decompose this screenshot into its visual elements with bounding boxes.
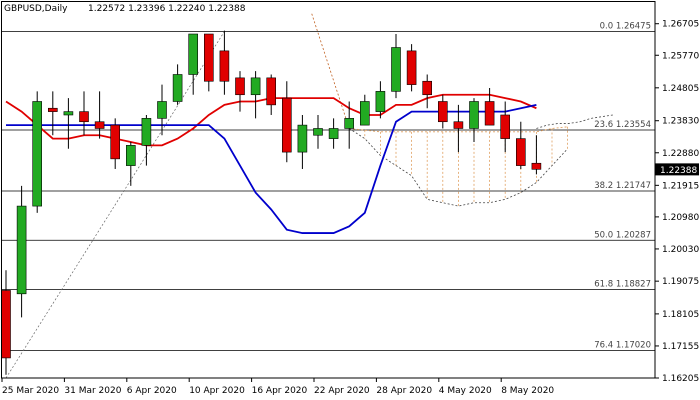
candle-bear xyxy=(47,107,58,112)
fib-levels: 0.0 1.26475 23.6 1.23554 38.2 1.21747 50.0 … xyxy=(2,13,655,379)
price-tick-label: 1.24805 xyxy=(662,84,699,94)
price-tick-label: 1.19075 xyxy=(662,277,699,287)
price-tick-label: 1.20030 xyxy=(662,245,699,255)
fib-label: 76.4 1.17020 xyxy=(594,341,651,351)
candle-bear xyxy=(204,33,214,82)
candle-bear xyxy=(79,111,89,123)
candle-bull xyxy=(16,205,27,295)
chart: GBPUSD,Daily 1.22572 1.23396 1.22240 1.2… xyxy=(1,1,699,396)
candle-bear xyxy=(266,77,277,106)
candle-bull xyxy=(172,74,183,102)
candle-bear xyxy=(422,80,433,96)
price-axis: 1.26705 1.25770 1.24805 1.23830 1.22880 1.219… xyxy=(1,1,699,384)
plot-frame xyxy=(1,1,656,379)
candle-bull xyxy=(157,101,167,119)
lagging-guide-line xyxy=(311,13,350,129)
price-tick-label: 1.17155 xyxy=(662,342,699,352)
candle-bear xyxy=(110,124,120,160)
fib-label: 38.2 1.21747 xyxy=(594,181,651,191)
candle-bear xyxy=(281,97,292,153)
candle-bull xyxy=(328,128,339,139)
candles xyxy=(1,30,542,375)
candle-bull xyxy=(469,101,479,129)
price-tick-label: 1.20980 xyxy=(662,213,699,223)
time-tick-label: 31 Mar 2020 xyxy=(64,386,121,396)
candle-bull xyxy=(391,47,401,92)
time-tick-label: 6 Apr 2020 xyxy=(127,386,177,396)
time-tick-label: 10 Apr 2020 xyxy=(189,386,245,396)
price-tick-label: 1.21915 xyxy=(662,181,699,191)
candle-bear xyxy=(235,77,245,96)
candle-bull xyxy=(250,77,261,96)
candle-bear xyxy=(94,121,105,129)
candle-bear xyxy=(1,290,11,359)
candle-bear xyxy=(219,50,230,82)
candle-bear xyxy=(453,121,464,129)
fib-label: 23.6 1.23554 xyxy=(594,120,651,130)
fib-label: 0.0 1.26475 xyxy=(600,21,651,31)
time-tick-label: 16 Apr 2020 xyxy=(252,386,308,396)
candle-bear xyxy=(500,114,511,139)
time-tick-label: 28 Apr 2020 xyxy=(376,386,432,396)
candle-bull xyxy=(344,118,355,129)
candle-bull xyxy=(359,101,370,126)
ohlc-readout: 1.22572 1.23396 1.22240 1.22388 xyxy=(88,4,246,14)
candle-bull xyxy=(141,118,152,146)
candle-bull xyxy=(63,111,74,116)
price-tick-label: 1.25770 xyxy=(662,51,699,61)
candle-bear xyxy=(484,101,495,126)
last-price-label: 1.22388 xyxy=(660,166,697,176)
candle-bear xyxy=(406,50,417,85)
fib-label: 61.8 1.18827 xyxy=(594,280,651,290)
price-tick-label: 1.26705 xyxy=(662,20,699,30)
candle-bull xyxy=(32,101,43,207)
time-tick-label: 8 May 2020 xyxy=(501,386,554,396)
time-axis: 25 Mar 2020 31 Mar 2020 6 Apr 2020 10 Apr 2… xyxy=(1,378,554,396)
ichimoku-cloud xyxy=(348,114,613,207)
price-tick-label: 1.23830 xyxy=(662,117,699,127)
candle-bear xyxy=(437,101,448,123)
candle-bull xyxy=(313,128,323,136)
fib-label: 50.0 1.20287 xyxy=(594,230,651,240)
candle-bull xyxy=(375,91,386,112)
candle-bull xyxy=(188,33,198,75)
time-tick-label: 25 Mar 2020 xyxy=(2,386,59,396)
chart-title: GBPUSD,Daily xyxy=(4,4,68,14)
price-tick-label: 1.22880 xyxy=(662,149,699,159)
price-tick-label: 1.16205 xyxy=(662,374,699,384)
candle-bull xyxy=(126,145,136,166)
time-tick-label: 22 Apr 2020 xyxy=(314,386,370,396)
candle-bull xyxy=(297,124,308,153)
candle-bear xyxy=(515,138,526,166)
candle-bear xyxy=(531,162,542,170)
price-tick-label: 1.18105 xyxy=(662,310,699,320)
time-tick-label: 4 May 2020 xyxy=(439,386,492,396)
